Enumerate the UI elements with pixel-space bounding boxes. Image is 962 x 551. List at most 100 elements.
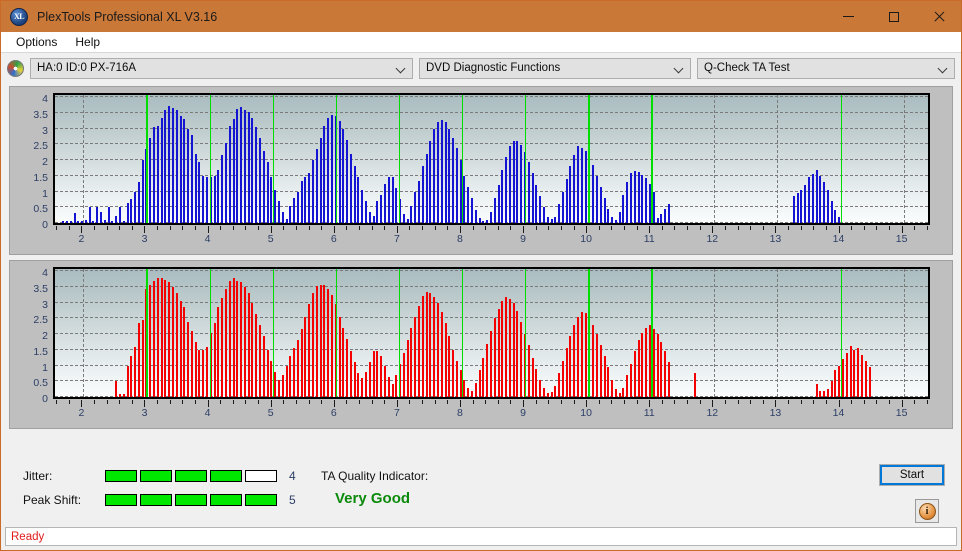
chart-bar — [213, 175, 216, 223]
chart-bar — [565, 179, 568, 223]
info-button[interactable]: i — [915, 499, 939, 523]
chart-bar — [611, 379, 614, 397]
chart-bar — [251, 117, 254, 223]
axis-tick — [586, 226, 588, 233]
chart-bar — [546, 217, 549, 223]
marker-line — [209, 95, 211, 223]
selector-toolbar: HA:0 ID:0 PX-716A DVD Diagnostic Functio… — [1, 53, 961, 81]
marker-line — [525, 95, 527, 223]
axis-tick — [535, 226, 537, 230]
chart-bar — [834, 210, 837, 223]
chart-bar — [202, 349, 205, 397]
chart-bar — [312, 160, 315, 223]
chart-bar — [323, 125, 326, 223]
jitter-meter — [105, 470, 277, 482]
start-button[interactable]: Start — [879, 464, 945, 486]
marker-line — [588, 95, 590, 223]
chart-bar — [137, 182, 140, 223]
drive-select[interactable]: HA:0 ID:0 PX-716A — [30, 57, 413, 79]
chart-bar — [792, 196, 795, 223]
chart-bar — [463, 175, 466, 223]
chart-bar — [92, 221, 95, 223]
axis-tick — [674, 226, 676, 230]
chart-bar — [561, 191, 564, 223]
chart-bar — [240, 282, 243, 397]
axis-tick — [661, 400, 663, 404]
axis-tick — [825, 400, 827, 404]
chart-bar — [505, 297, 508, 397]
chart-bar — [622, 194, 625, 223]
chart-bar — [228, 280, 231, 397]
axis-tick — [901, 226, 903, 233]
x-axis-label: 13 — [769, 233, 782, 245]
chart-bar — [243, 287, 246, 397]
chart-bar — [497, 309, 500, 397]
chart-bar — [565, 348, 568, 397]
axis-tick — [611, 400, 613, 404]
test-select[interactable]: Q-Check TA Test — [697, 57, 955, 79]
chart-bar — [429, 141, 432, 223]
axis-tick — [560, 400, 562, 404]
function-select[interactable]: DVD Diagnostic Functions — [419, 57, 691, 79]
x-axis-label: 8 — [457, 233, 463, 245]
chart-bar — [542, 207, 545, 223]
marker-line — [840, 95, 842, 223]
axis-tick — [724, 400, 726, 404]
axis-tick — [283, 226, 285, 230]
grid-line — [55, 270, 928, 272]
close-button[interactable] — [916, 1, 961, 32]
axis-tick — [510, 400, 512, 404]
chart-bar — [452, 349, 455, 397]
chart-bar — [319, 284, 322, 397]
meter-segment — [210, 494, 242, 506]
chart-bar — [103, 219, 106, 223]
grid-line — [714, 269, 716, 397]
axis-tick — [106, 400, 108, 404]
chart-bar — [153, 280, 156, 397]
chart-bar — [497, 185, 500, 223]
chart-bar — [376, 351, 379, 397]
x-axis-label: 6 — [330, 233, 337, 245]
axis-tick — [333, 226, 335, 233]
axis-tick — [258, 226, 260, 230]
axis-tick — [119, 400, 121, 404]
x-axis-label: 2 — [78, 407, 85, 419]
chart-bar — [489, 212, 492, 223]
meter-segment — [140, 470, 172, 482]
x-axis-label: 8 — [457, 407, 463, 419]
chart-bar — [118, 207, 121, 223]
maximize-button[interactable] — [871, 1, 916, 32]
chart-bar — [512, 140, 515, 223]
chart-bar — [660, 213, 663, 223]
chart-bar — [834, 370, 837, 397]
axis-tick — [888, 226, 890, 230]
peak-shift-chart-plot — [53, 267, 930, 399]
chart-bar — [493, 318, 496, 397]
chart-bar — [546, 393, 549, 397]
axis-tick — [623, 400, 625, 404]
chart-bar — [395, 375, 398, 397]
axis-tick — [459, 226, 461, 233]
chart-bar — [626, 375, 629, 397]
menu-bar: Options Help — [1, 32, 961, 53]
axis-tick — [81, 400, 83, 407]
chart-bar — [656, 334, 659, 397]
axis-tick — [851, 226, 853, 230]
menu-item-help[interactable]: Help — [67, 33, 108, 51]
status-bar: Ready — [5, 527, 957, 546]
drive-select-value: HA:0 ID:0 PX-716A — [37, 62, 137, 74]
peak-shift-meter — [105, 494, 277, 506]
axis-tick — [813, 400, 815, 404]
window-controls — [826, 1, 961, 32]
chart-bar — [130, 198, 133, 223]
chart-bar — [338, 120, 341, 223]
chart-bar — [156, 278, 159, 397]
menu-item-options[interactable]: Options — [8, 33, 65, 51]
peak-shift-value: 5 — [289, 493, 296, 507]
minimize-button[interactable] — [826, 1, 871, 32]
chart-bar — [474, 382, 477, 397]
chart-bar — [652, 191, 655, 223]
axis-tick — [207, 226, 209, 233]
chart-bar — [550, 219, 553, 223]
chart-bar — [807, 177, 810, 223]
